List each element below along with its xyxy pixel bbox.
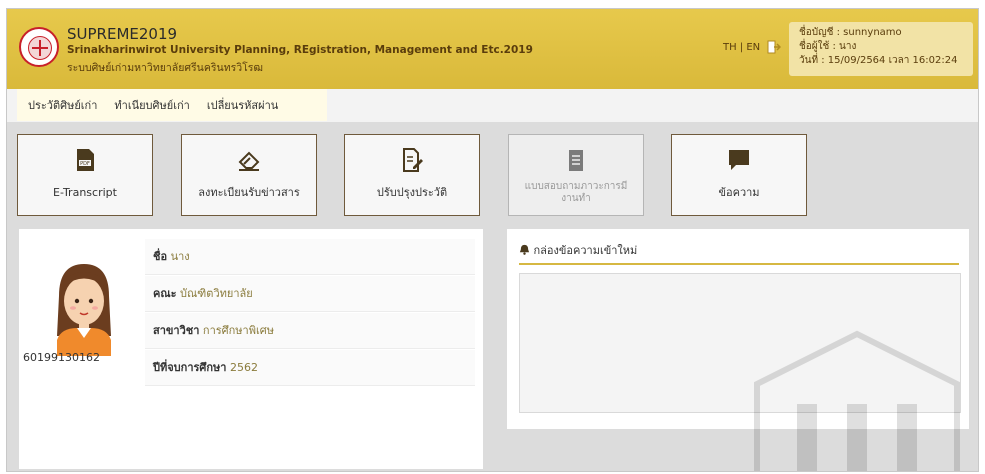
student-id: 60199130162 bbox=[23, 351, 100, 364]
account-name: ชื่อบัญชี : sunnynamo bbox=[799, 27, 902, 38]
building-watermark bbox=[754, 330, 960, 471]
tile-update-profile[interactable]: ปรับปรุงประวัติ bbox=[344, 134, 480, 216]
bell-icon bbox=[519, 244, 530, 255]
pdf-icon: PDF bbox=[77, 149, 94, 171]
profile-faculty-row: คณะ บัณฑิตวิทยาลัย bbox=[145, 276, 475, 312]
eraser-icon bbox=[238, 151, 260, 171]
app-title: SUPREME2019 bbox=[67, 25, 178, 43]
top-nav: ประวัติศิษย์เก่า ทำเนียบศิษย์เก่า เปลี่ย… bbox=[7, 89, 978, 122]
message-icon bbox=[729, 150, 749, 170]
app-frame: SUPREME2019 Srinakharinwirot University … bbox=[6, 8, 979, 472]
app-subtitle-en: Srinakharinwirot University Planning, RE… bbox=[67, 44, 533, 56]
field-label: ชื่อ bbox=[153, 250, 168, 263]
profile-card: ชื่อ นาง คณะ บัณฑิตวิทยาลัย สาขาวิชา การ… bbox=[19, 229, 483, 469]
nav-change-password[interactable]: เปลี่ยนรหัสผ่าน bbox=[207, 96, 278, 114]
field-value: บัณฑิตวิทยาลัย bbox=[179, 287, 253, 300]
tile-label: ปรับปรุงประวัติ bbox=[376, 186, 448, 199]
field-label: คณะ bbox=[153, 287, 177, 300]
clipboard-icon bbox=[569, 150, 583, 171]
tile-label: ข้อความ bbox=[718, 186, 760, 199]
logout-icon[interactable] bbox=[767, 40, 781, 54]
header: SUPREME2019 Srinakharinwirot University … bbox=[7, 9, 978, 89]
tile-messages[interactable]: ข้อความ bbox=[671, 134, 807, 216]
nav-alumni-directory[interactable]: ทำเนียบศิษย์เก่า bbox=[114, 96, 189, 114]
profile-name-row: ชื่อ นาง bbox=[145, 239, 475, 275]
edit-document-icon bbox=[403, 148, 423, 172]
avatar bbox=[57, 264, 111, 356]
field-value: การศึกษาพิเศษ bbox=[202, 324, 274, 337]
tile-e-transcript[interactable]: PDF E-Transcript bbox=[17, 134, 153, 216]
nav-alumni-profile[interactable]: ประวัติศิษย์เก่า bbox=[28, 96, 97, 114]
field-label: ปีที่จบการศึกษา bbox=[153, 361, 227, 374]
login-datetime: วันที่ : 15/09/2564 เวลา 16:02:24 bbox=[799, 55, 958, 66]
inbox-header: กล่องข้อความเข้าใหม่ bbox=[519, 241, 959, 265]
profile-graduation-row: ปีที่จบการศึกษา 2562 bbox=[145, 350, 475, 386]
tile-employment-survey: แบบสอบถามภาวะการมีงานทำ bbox=[508, 134, 644, 216]
app-subtitle-th: ระบบศิษย์เก่ามหาวิทยาลัยศรีนครินทรวิโรฒ bbox=[67, 62, 263, 74]
tile-register-news[interactable]: ลงทะเบียนรับข่าวสาร bbox=[181, 134, 317, 216]
language-switch[interactable]: TH | EN bbox=[723, 42, 760, 53]
tile-label: E-Transcript bbox=[53, 186, 117, 199]
field-value: 2562 bbox=[229, 361, 258, 374]
account-info: ชื่อบัญชี : sunnynamo ชื่อผู้ใช้ : นาง ว… bbox=[789, 22, 973, 76]
field-label: สาขาวิชา bbox=[153, 324, 200, 337]
user-name: ชื่อผู้ใช้ : นาง bbox=[799, 41, 857, 52]
tile-label: แบบสอบถามภาวะการมีงานทำ bbox=[524, 181, 628, 204]
tile-label: ลงทะเบียนรับข่าวสาร bbox=[198, 186, 300, 199]
field-value: นาง bbox=[170, 250, 190, 263]
svg-text:PDF: PDF bbox=[80, 161, 90, 167]
profile-major-row: สาขาวิชา การศึกษาพิเศษ bbox=[145, 313, 475, 349]
university-logo bbox=[19, 27, 59, 67]
inbox-title: กล่องข้อความเข้าใหม่ bbox=[533, 244, 638, 257]
